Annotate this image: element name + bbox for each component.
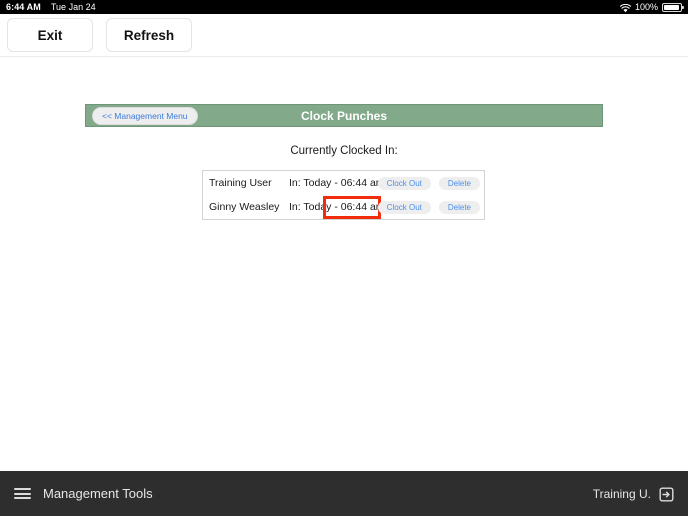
- management-tools-label: Management Tools: [43, 486, 153, 501]
- management-tools-menu[interactable]: Management Tools: [14, 486, 153, 501]
- clock-punch-table: Training User In: Today - 06:44 am Clock…: [202, 170, 485, 220]
- bottom-bar: Management Tools Training U.: [0, 471, 688, 516]
- management-menu-back-button[interactable]: << Management Menu: [92, 106, 198, 125]
- battery-percent: 100%: [634, 2, 658, 12]
- refresh-button[interactable]: Refresh: [106, 18, 192, 52]
- table-row[interactable]: Training User In: Today - 06:44 am Clock…: [203, 171, 484, 195]
- row-actions: Clock Out Delete: [377, 176, 480, 190]
- status-bar-left: 6:44 AM Tue Jan 24: [6, 2, 96, 12]
- clock-out-button[interactable]: Clock Out: [377, 200, 431, 214]
- clock-out-button[interactable]: Clock Out: [377, 176, 431, 190]
- page-header-bar: << Management Menu Clock Punches: [85, 104, 603, 127]
- top-toolbar: Exit Refresh: [0, 14, 688, 57]
- app-root: 6:44 AM Tue Jan 24 100% Exit Refresh << …: [0, 0, 688, 516]
- row-actions: Clock Out Delete: [377, 200, 480, 214]
- employee-name: Ginny Weasley: [209, 201, 280, 213]
- status-date: Tue Jan 24: [50, 2, 96, 12]
- sign-out-icon[interactable]: [659, 487, 674, 502]
- punch-time: In: Today - 06:44 am: [289, 201, 385, 213]
- wifi-icon: [619, 3, 632, 13]
- status-bar: 6:44 AM Tue Jan 24 100%: [0, 0, 688, 14]
- current-user-control[interactable]: Training U.: [592, 486, 674, 502]
- current-user-label: Training U.: [592, 486, 651, 501]
- table-row[interactable]: Ginny Weasley In: Today - 06:44 am Clock…: [203, 195, 484, 219]
- punch-time: In: Today - 06:44 am: [289, 177, 385, 189]
- currently-clocked-in-label: Currently Clocked In:: [290, 145, 398, 157]
- employee-name: Training User: [209, 177, 272, 189]
- hamburger-menu-icon[interactable]: [14, 488, 31, 499]
- delete-button[interactable]: Delete: [438, 200, 480, 214]
- status-time: 6:44 AM: [6, 2, 41, 12]
- status-bar-right: 100%: [619, 2, 684, 13]
- main-content: << Management Menu Clock Punches Current…: [0, 57, 688, 471]
- delete-button[interactable]: Delete: [438, 176, 480, 190]
- exit-button[interactable]: Exit: [7, 18, 93, 52]
- battery-icon: [662, 2, 684, 12]
